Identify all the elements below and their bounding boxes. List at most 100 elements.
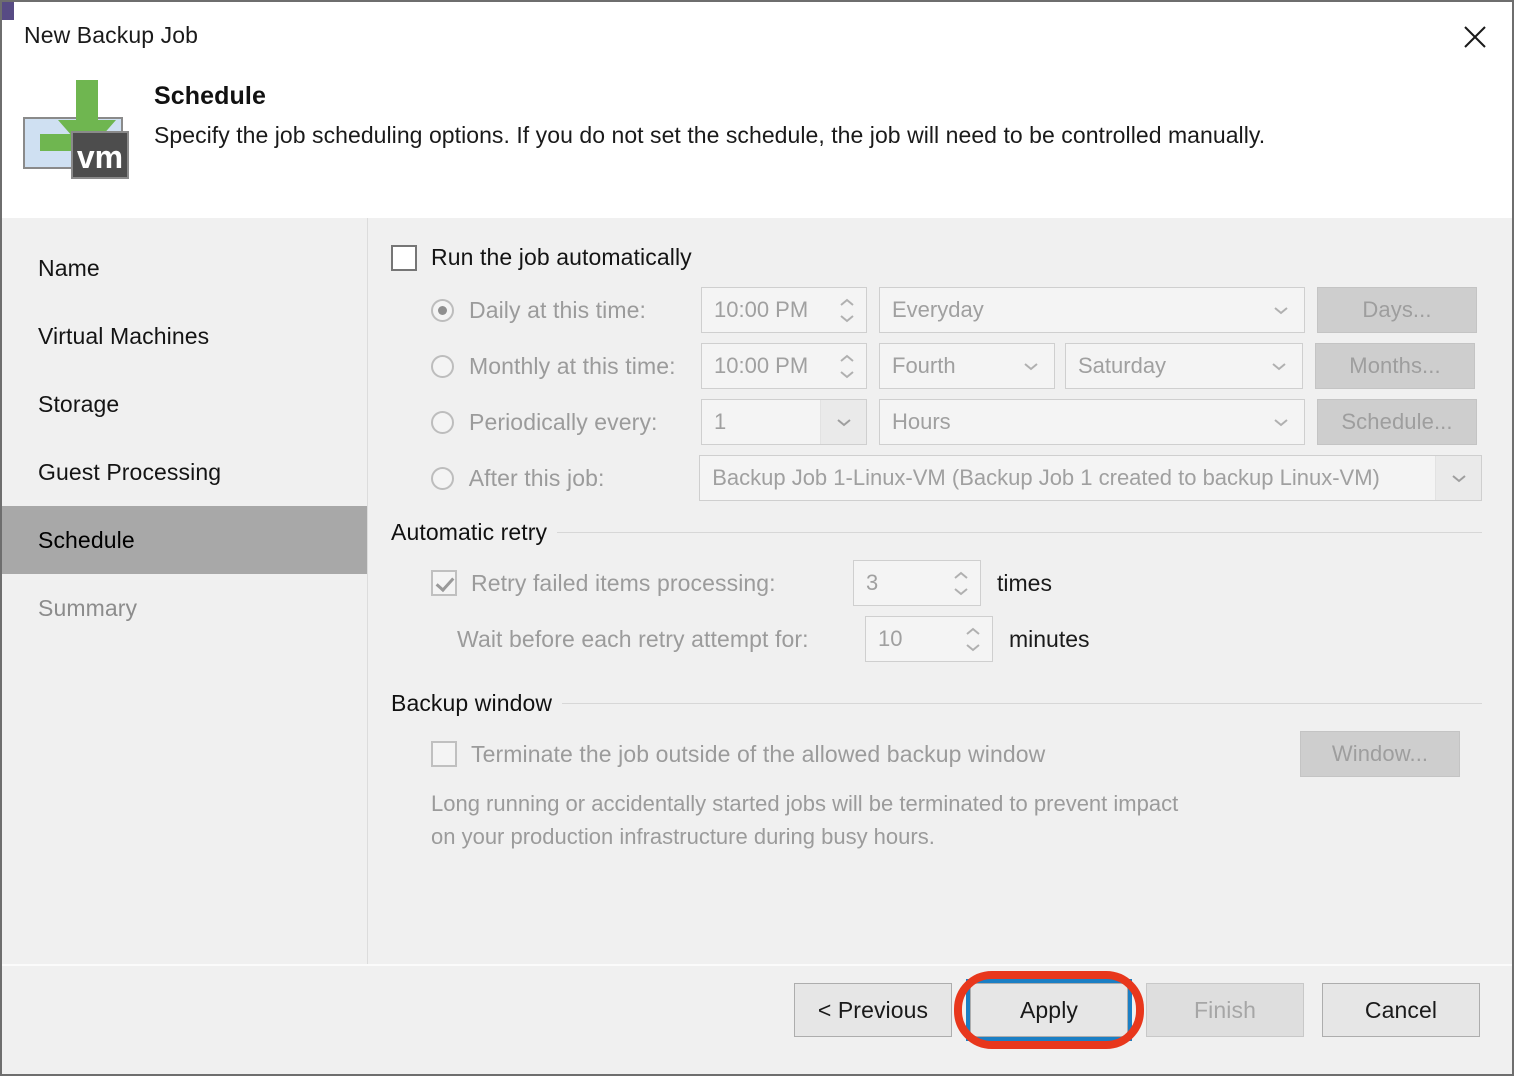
sidebar-item-virtual-machines[interactable]: Virtual Machines bbox=[2, 302, 367, 370]
retry-wait-label: Wait before each retry attempt for: bbox=[457, 625, 809, 652]
header-text-block: Schedule Specify the job scheduling opti… bbox=[154, 82, 1265, 149]
schedule-button: Schedule... bbox=[1317, 399, 1477, 445]
monthly-radio[interactable] bbox=[431, 354, 454, 378]
automatic-retry-title: Automatic retry bbox=[391, 519, 548, 545]
sidebar-item-label: Name bbox=[38, 254, 100, 281]
retry-wait-row: Wait before each retry attempt for: 10 m… bbox=[391, 616, 1482, 662]
dialog-footer: < Previous Apply Finish Cancel bbox=[2, 964, 1512, 1074]
retry-times-field: 3 bbox=[853, 560, 981, 606]
group-divider bbox=[557, 532, 1482, 533]
periodically-unit-dropdown[interactable]: Hours bbox=[879, 399, 1305, 445]
retry-times-spinner bbox=[950, 561, 972, 605]
retry-wait-unit: minutes bbox=[1009, 625, 1090, 652]
sidebar-item-label: Virtual Machines bbox=[38, 322, 210, 349]
sidebar-item-label: Storage bbox=[38, 390, 120, 417]
monthly-ordinal-value: Fourth bbox=[892, 353, 956, 378]
footer-button-group: < Previous Apply Finish Cancel bbox=[794, 971, 1480, 1049]
automatic-retry-group-header: Automatic retry bbox=[391, 519, 1482, 546]
days-button-label: Days... bbox=[1362, 297, 1432, 322]
daily-days-dropdown[interactable]: Everyday bbox=[879, 287, 1305, 333]
page-subtitle: Specify the job scheduling options. If y… bbox=[154, 122, 1266, 148]
finish-button: Finish bbox=[1146, 983, 1304, 1037]
monthly-label: Monthly at this time: bbox=[469, 352, 676, 379]
chevron-down-icon bbox=[1258, 400, 1304, 444]
sidebar-item-storage[interactable]: Storage bbox=[2, 370, 367, 438]
cancel-button[interactable]: Cancel bbox=[1322, 983, 1480, 1037]
chevron-down-icon bbox=[1258, 288, 1304, 332]
periodically-label: Periodically every: bbox=[469, 408, 658, 435]
backup-window-title: Backup window bbox=[391, 690, 553, 716]
group-divider bbox=[562, 703, 1482, 704]
after-job-label: After this job: bbox=[468, 464, 605, 491]
apply-button-label: Apply bbox=[1019, 996, 1079, 1023]
cancel-button-label: Cancel bbox=[1364, 996, 1438, 1023]
retry-failed-checkbox bbox=[431, 570, 457, 596]
retry-times-unit: times bbox=[997, 569, 1052, 596]
sidebar-item-name[interactable]: Name bbox=[2, 234, 367, 302]
page-title: Schedule bbox=[154, 82, 266, 110]
sidebar-item-label: Guest Processing bbox=[38, 458, 222, 485]
sidebar-item-summary[interactable]: Summary bbox=[2, 574, 367, 642]
backup-vm-icon: vm bbox=[20, 70, 136, 190]
after-job-radio[interactable] bbox=[430, 466, 454, 490]
months-button: Months... bbox=[1315, 343, 1475, 389]
periodically-unit-value: Hours bbox=[892, 409, 951, 434]
retry-wait-spinner bbox=[962, 617, 984, 661]
periodically-option-row: Periodically every: 1 Hours Schedule... bbox=[391, 399, 1482, 445]
backup-window-note-line2: on your production infrastructure during… bbox=[431, 824, 935, 849]
chevron-down-icon bbox=[1435, 456, 1481, 500]
daily-time-spinner[interactable] bbox=[836, 288, 858, 332]
monthly-day-dropdown[interactable]: Saturday bbox=[1065, 343, 1303, 389]
apply-button[interactable]: Apply bbox=[966, 979, 1132, 1041]
periodically-interval-value: 1 bbox=[714, 409, 727, 434]
daily-days-value: Everyday bbox=[892, 297, 984, 322]
periodically-radio[interactable] bbox=[431, 410, 454, 434]
daily-radio[interactable] bbox=[431, 298, 454, 322]
backup-window-note-line1: Long running or accidentally started job… bbox=[431, 791, 1179, 816]
monthly-option-row: Monthly at this time: 10:00 PM Fourth Sa… bbox=[391, 343, 1482, 389]
periodically-interval-dropdown[interactable]: 1 bbox=[701, 399, 867, 445]
chevron-down-icon bbox=[1256, 344, 1302, 388]
monthly-time-value: 10:00 PM bbox=[714, 353, 809, 378]
dialog-title: New Backup Job bbox=[24, 22, 198, 48]
monthly-ordinal-dropdown[interactable]: Fourth bbox=[879, 343, 1055, 389]
run-automatically-row: Run the job automatically bbox=[391, 244, 1482, 271]
retry-failed-row: Retry failed items processing: 3 times bbox=[391, 560, 1482, 606]
backup-window-group-header: Backup window bbox=[391, 690, 1482, 717]
daily-option-row: Daily at this time: 10:00 PM Everyday Da… bbox=[391, 287, 1482, 333]
monthly-day-value: Saturday bbox=[1078, 353, 1167, 378]
after-job-dropdown[interactable]: Backup Job 1-Linux-VM (Backup Job 1 crea… bbox=[699, 455, 1482, 501]
apply-button-wrapper: Apply bbox=[954, 971, 1144, 1049]
retry-wait-field: 10 bbox=[865, 616, 993, 662]
previous-button-label: < Previous bbox=[817, 996, 929, 1023]
terminate-job-row: Terminate the job outside of the allowed… bbox=[391, 731, 1482, 777]
sidebar-item-label: Schedule bbox=[38, 526, 135, 553]
dialog-body: Name Virtual Machines Storage Guest Proc… bbox=[2, 218, 1512, 964]
daily-time-field[interactable]: 10:00 PM bbox=[701, 287, 867, 333]
sidebar-item-schedule[interactable]: Schedule bbox=[2, 506, 367, 574]
daily-time-value: 10:00 PM bbox=[714, 297, 809, 322]
run-automatically-label: Run the job automatically bbox=[431, 244, 692, 270]
terminate-job-checkbox bbox=[431, 741, 457, 767]
sidebar-item-guest-processing[interactable]: Guest Processing bbox=[2, 438, 367, 506]
months-button-label: Months... bbox=[1349, 353, 1441, 378]
new-backup-job-dialog: New Backup Job vm Schedule Specify the j… bbox=[0, 0, 1514, 1076]
window-edge-marker bbox=[2, 2, 14, 20]
terminate-job-label: Terminate the job outside of the allowed… bbox=[471, 740, 1046, 767]
retry-wait-value: 10 bbox=[878, 626, 903, 651]
schedule-panel: Run the job automatically Daily at this … bbox=[369, 218, 1512, 964]
close-icon[interactable] bbox=[1452, 14, 1498, 60]
after-job-value: Backup Job 1-Linux-VM (Backup Job 1 crea… bbox=[712, 465, 1380, 490]
chevron-down-icon bbox=[1008, 344, 1054, 388]
finish-button-label: Finish bbox=[1194, 996, 1256, 1023]
sidebar-item-label: Summary bbox=[38, 594, 138, 621]
run-automatically-checkbox[interactable] bbox=[391, 244, 417, 271]
monthly-time-spinner[interactable] bbox=[836, 344, 858, 388]
retry-times-value: 3 bbox=[866, 570, 879, 595]
monthly-time-field[interactable]: 10:00 PM bbox=[701, 343, 867, 389]
previous-button[interactable]: < Previous bbox=[794, 983, 952, 1037]
schedule-button-label: Schedule... bbox=[1341, 409, 1453, 434]
backup-window-note: Long running or accidentally started job… bbox=[431, 787, 1482, 853]
window-button-label: Window... bbox=[1331, 741, 1429, 766]
window-button: Window... bbox=[1300, 731, 1460, 777]
